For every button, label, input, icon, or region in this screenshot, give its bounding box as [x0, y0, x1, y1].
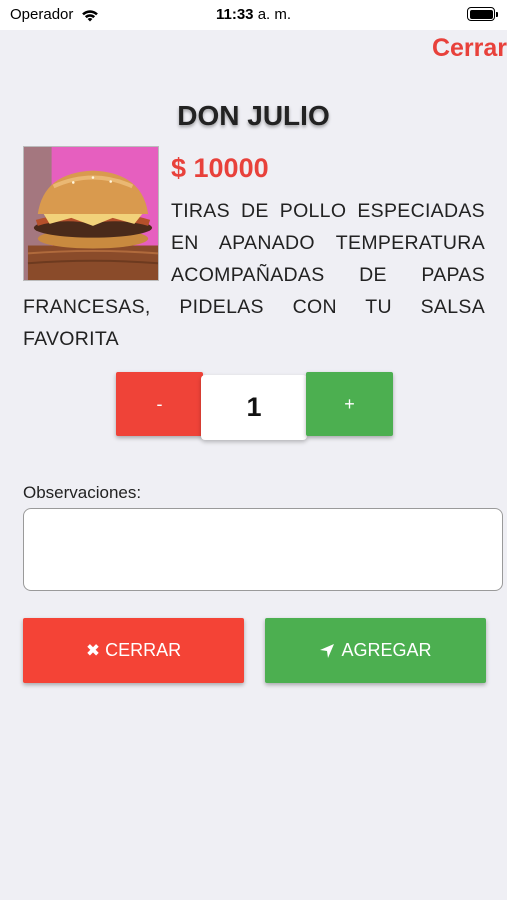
product-price: $ 10000	[171, 153, 269, 183]
status-bar: Operador 11:33 a. m.	[0, 0, 507, 30]
increase-quantity-button[interactable]: +	[306, 372, 393, 436]
observations-label: Observaciones:	[23, 483, 142, 502]
quantity-value: 1	[201, 375, 307, 440]
add-button-label: AGREGAR	[341, 640, 432, 660]
product-title: DON JULIO	[177, 100, 330, 131]
location-arrow-icon	[320, 643, 335, 658]
add-to-order-button[interactable]: AGREGAR	[265, 618, 486, 683]
close-link[interactable]: Cerrar	[432, 34, 507, 63]
cancel-button-label: CERRAR	[105, 640, 182, 660]
cancel-button[interactable]: ✖ CERRAR	[23, 618, 244, 683]
product-description: TIRAS DE POLLO ESPECIADAS EN APANADO TEM…	[23, 200, 485, 350]
battery-icon	[467, 7, 498, 21]
clock-ampm: a. m.	[257, 6, 292, 23]
status-time: 11:33 a. m.	[0, 6, 507, 23]
clock-time: 11:33	[215, 6, 254, 23]
decrease-quantity-button[interactable]: -	[116, 372, 203, 436]
observations-field[interactable]	[23, 508, 503, 591]
times-icon: ✖	[85, 640, 101, 660]
